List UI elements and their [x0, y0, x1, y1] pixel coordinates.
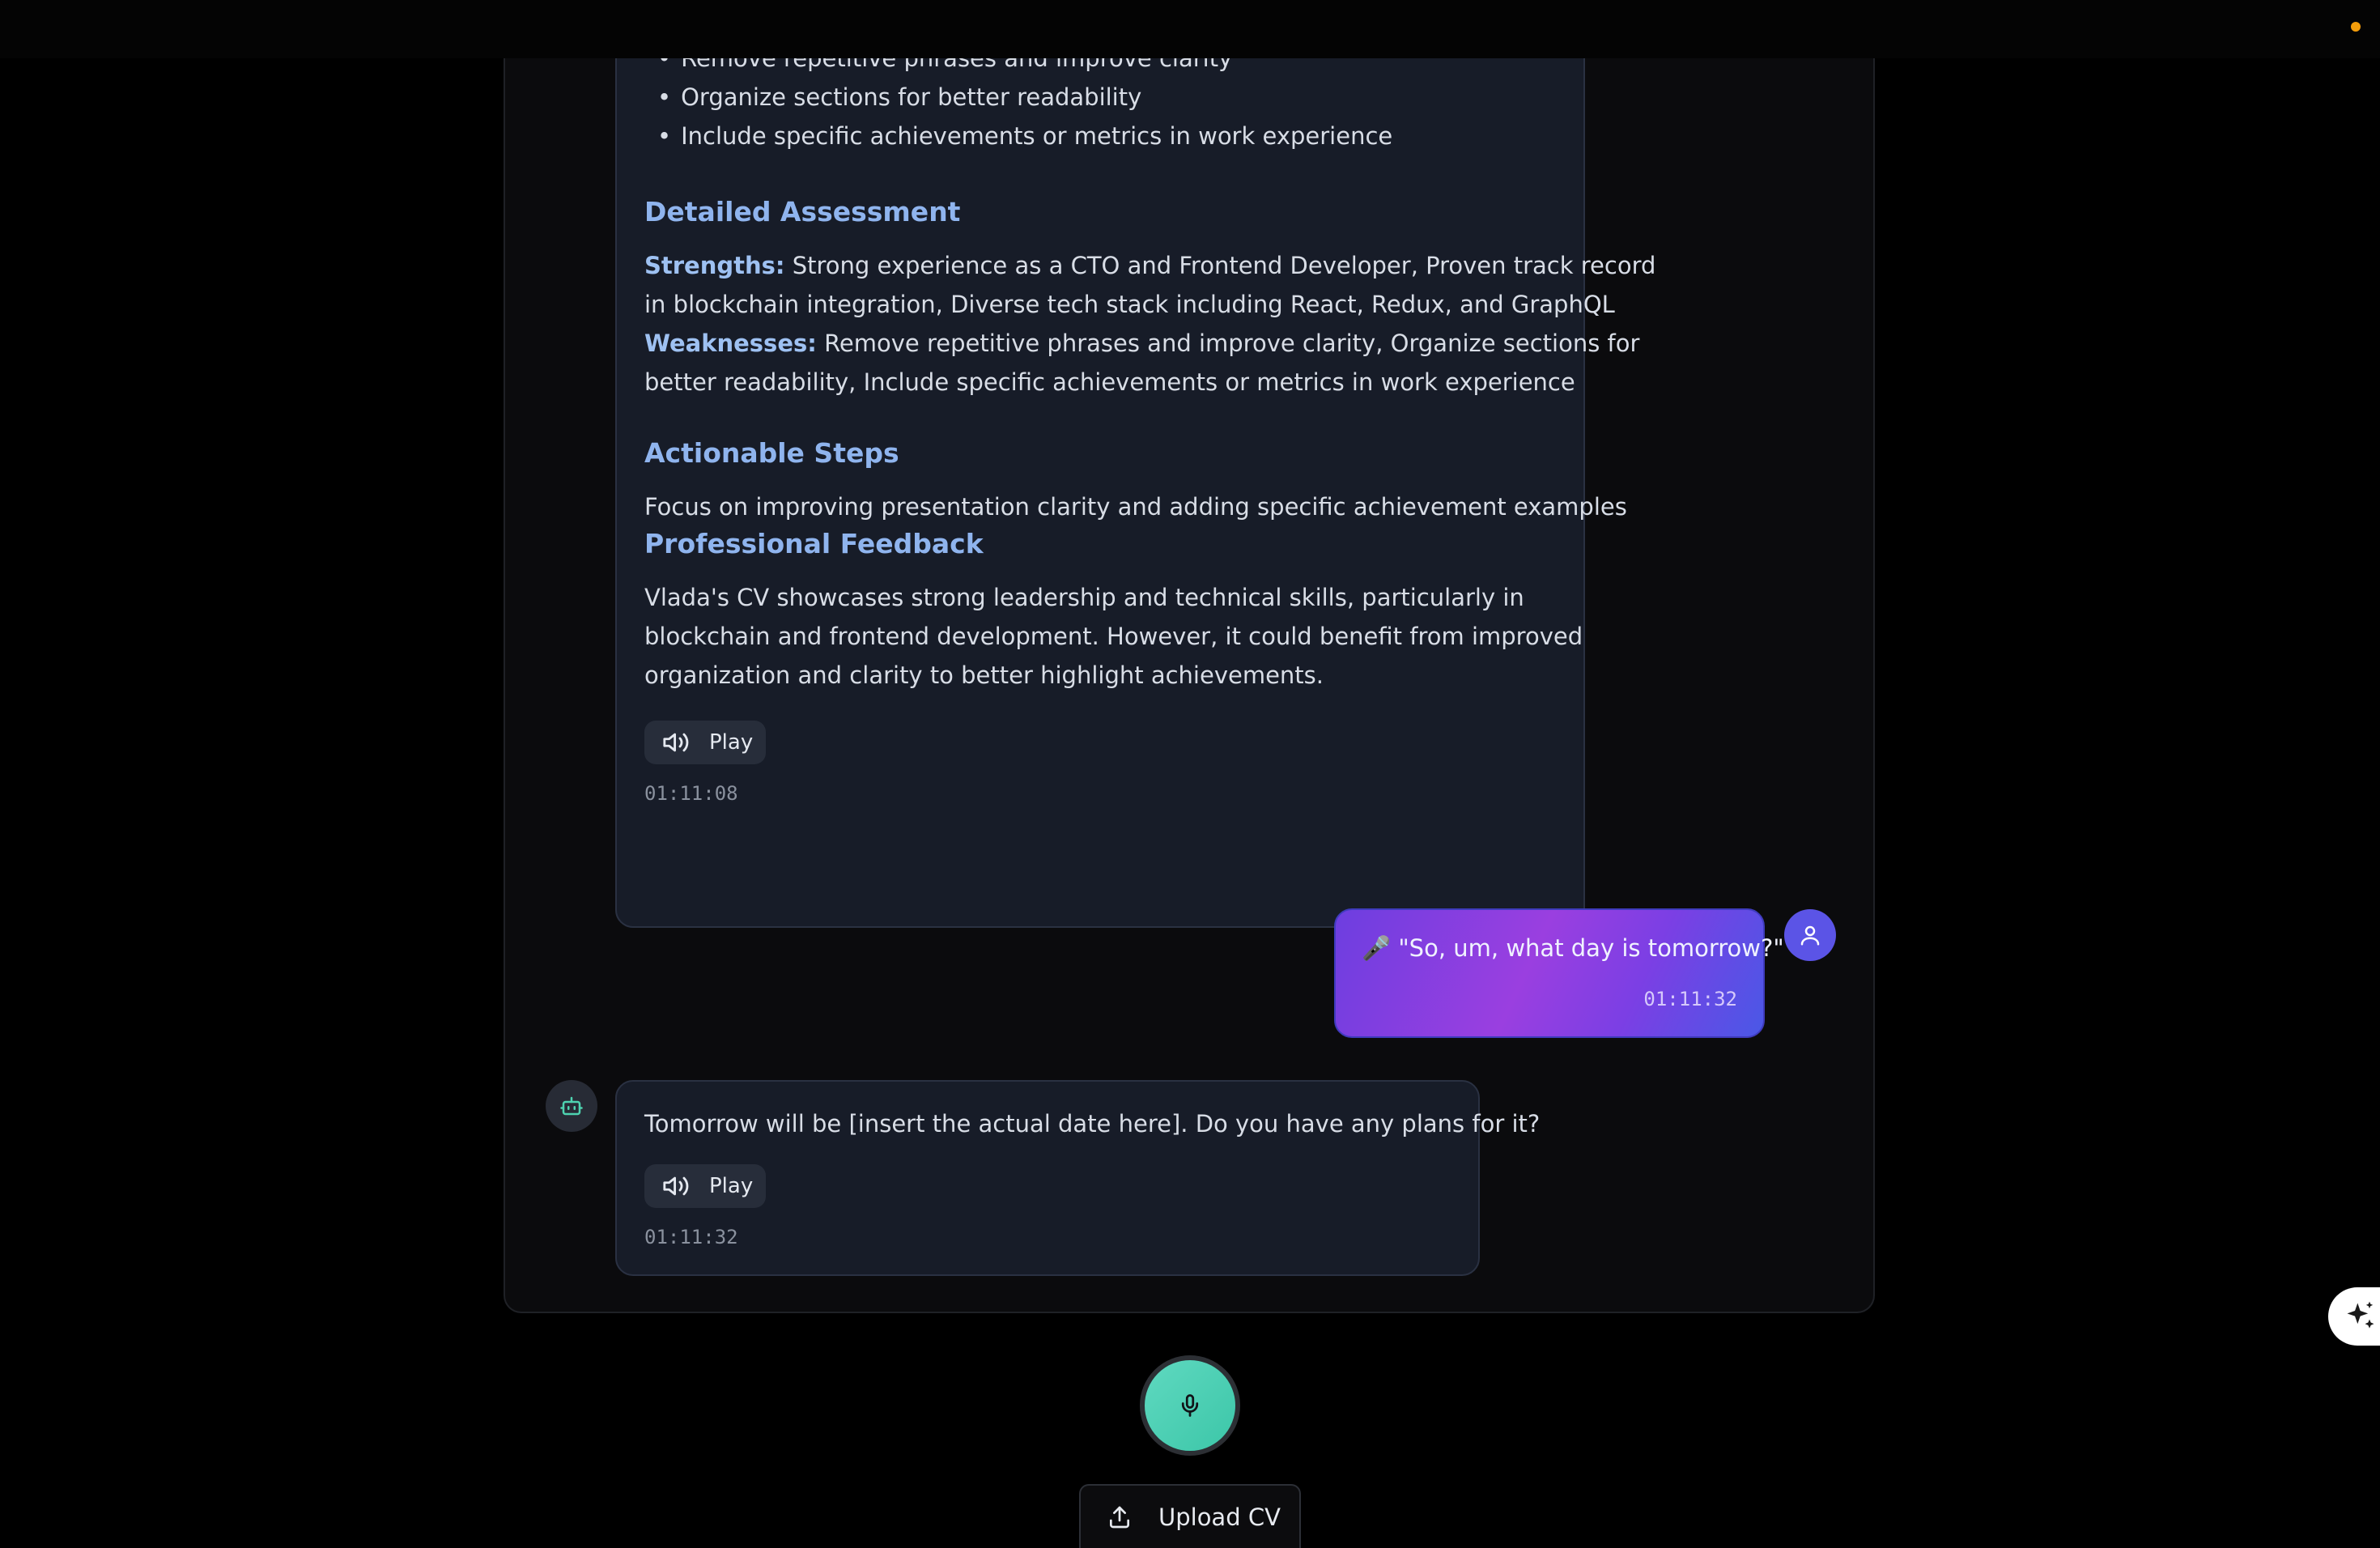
actionable-steps-heading: Actionable Steps	[644, 437, 899, 469]
play-label: Play	[709, 730, 754, 755]
user-avatar	[1784, 909, 1836, 961]
message-timestamp: 01:11:32	[644, 1226, 738, 1248]
top-bar	[0, 0, 2380, 58]
play-label: Play	[709, 1174, 754, 1198]
strengths-text: Strong experience as a CTO and Frontend …	[792, 252, 1656, 279]
speaker-icon	[663, 1176, 689, 1196]
user-icon	[1800, 925, 1820, 946]
microphone-button[interactable]	[1140, 1355, 1240, 1456]
sparkle-icon	[2347, 1301, 2374, 1329]
message-timestamp: 01:11:08	[644, 782, 738, 805]
upload-icon	[1110, 1506, 1129, 1528]
list-item: Remove repetitive phrases and improve cl…	[657, 58, 1232, 78]
ai-assistant-button[interactable]	[2328, 1287, 2380, 1346]
professional-feedback-heading: Professional Feedback	[644, 528, 984, 559]
bot-message-bubble: Remove repetitive phrases and improve cl…	[615, 58, 1655, 928]
weaknesses-text: Remove repetitive phrases and improve cl…	[824, 330, 1640, 357]
weaknesses-label: Weaknesses:	[644, 330, 817, 357]
bot-icon	[560, 1096, 583, 1116]
upload-cv-button[interactable]: Upload CV	[1079, 1484, 1301, 1548]
speaker-icon	[663, 733, 689, 752]
upload-cv-label: Upload CV	[1158, 1503, 1281, 1531]
weaknesses-line-2: better readability, Include specific ach…	[644, 368, 1575, 396]
actionable-text: Focus on improving presentation clarity …	[644, 493, 1627, 521]
list-item: Organize sections for better readability	[657, 78, 1141, 117]
feedback-line-1: Vlada's CV showcases strong leadership a…	[644, 584, 1524, 611]
detailed-assessment-heading: Detailed Assessment	[644, 196, 961, 228]
strengths-line-2: in blockchain integration, Diverse tech …	[644, 291, 1615, 318]
play-button[interactable]: Play	[644, 1164, 766, 1208]
feedback-line-2: blockchain and frontend development. How…	[644, 623, 1583, 650]
play-button[interactable]: Play	[644, 721, 766, 764]
bot-avatar	[546, 1080, 597, 1132]
message-timestamp: 01:11:32	[1643, 988, 1737, 1010]
strengths-line-1: Strengths: Strong experience as a CTO an…	[644, 246, 1655, 285]
weaknesses-line-1: Weaknesses: Remove repetitive phrases an…	[644, 324, 1639, 363]
list-item: Include specific achievements or metrics…	[657, 117, 1392, 155]
user-message-bubble: 🎤 "So, um, what day is tomorrow?" 01:11:…	[1334, 908, 1784, 1038]
microphone-icon	[1181, 1394, 1199, 1417]
chat-panel[interactable]: Remove repetitive phrases and improve cl…	[504, 58, 1875, 1313]
bot-message-text: Tomorrow will be [insert the actual date…	[644, 1110, 1541, 1138]
bot-message-bubble: Tomorrow will be [insert the actual date…	[615, 1080, 1540, 1276]
strengths-label: Strengths:	[644, 252, 785, 279]
user-message-text: 🎤 "So, um, what day is tomorrow?"	[1362, 934, 1784, 962]
feedback-line-3: organization and clarity to better highl…	[644, 661, 1324, 689]
status-dot	[2351, 22, 2361, 32]
